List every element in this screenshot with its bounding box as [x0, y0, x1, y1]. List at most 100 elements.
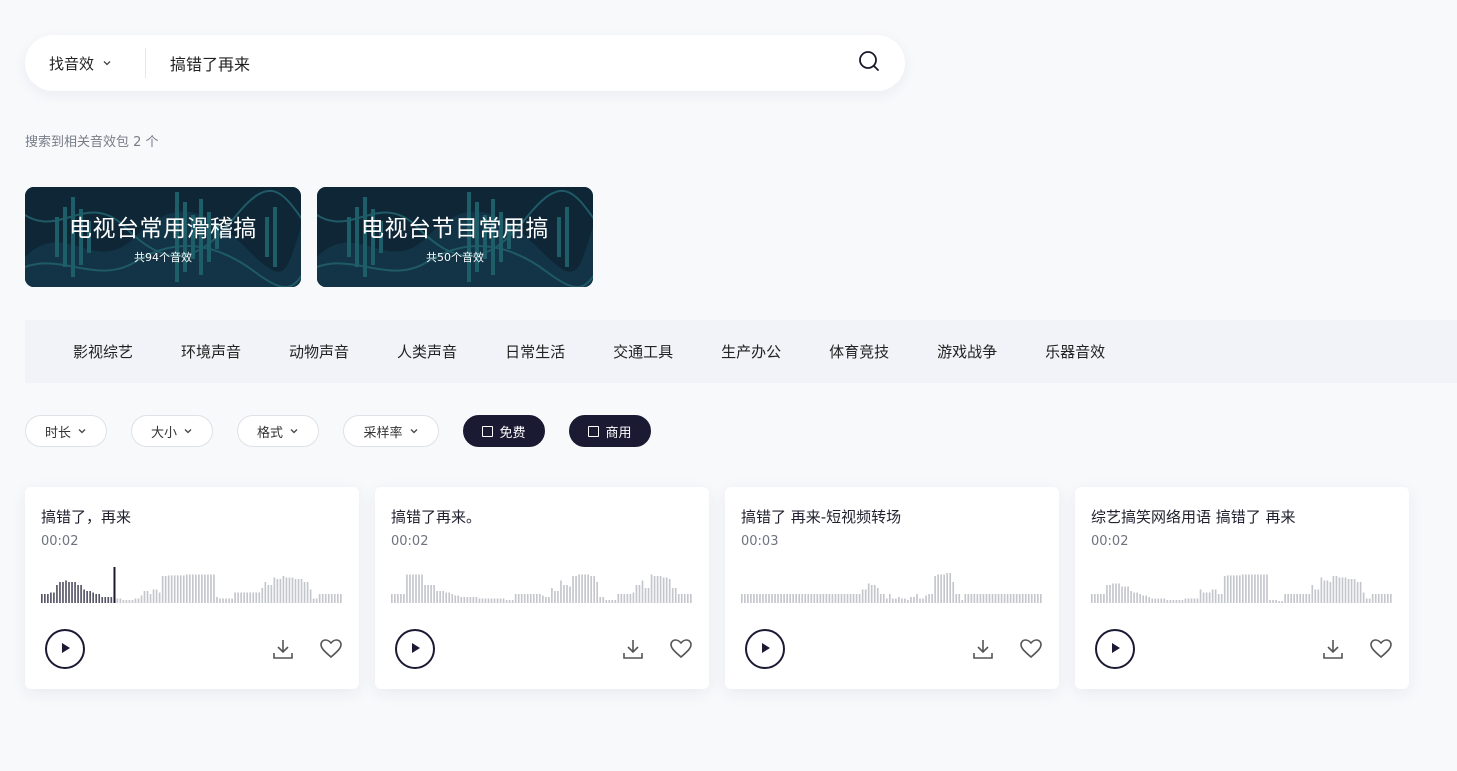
filter-free-toggle[interactable]: 免费 — [463, 415, 545, 447]
waveform-bar — [879, 594, 882, 603]
waveform-bar — [1006, 594, 1009, 603]
waveform-bar — [545, 597, 547, 603]
waveform-bar — [1217, 594, 1220, 603]
download-button[interactable] — [1321, 637, 1345, 665]
favorite-button[interactable] — [319, 637, 343, 665]
category-item-film-variety[interactable]: 影视综艺 — [73, 341, 133, 362]
sound-list: 搞错了，再来 00:02 搞错了再来。 00:02 搞错了 再来-短视频转场 0… — [25, 487, 1409, 689]
waveform-bar — [898, 597, 900, 603]
play-button[interactable] — [395, 629, 435, 669]
waveform-bar — [1380, 594, 1383, 603]
waveform-bar — [258, 592, 261, 603]
waveform-bar — [403, 594, 405, 603]
waveform-bar — [668, 579, 671, 603]
download-button[interactable] — [971, 637, 995, 665]
waveform-bar — [1202, 592, 1205, 603]
favorite-button[interactable] — [1369, 637, 1393, 665]
waveform-bar — [291, 577, 294, 603]
waveform-bar — [98, 594, 101, 603]
filter-commercial-toggle[interactable]: 商用 — [569, 415, 651, 447]
waveform-bar — [517, 594, 520, 603]
sound-card: 综艺搞笑网络用语 搞错了 再来 00:02 — [1075, 487, 1409, 689]
play-button[interactable] — [1095, 629, 1135, 669]
filter-label: 商用 — [605, 425, 632, 441]
waveform-bar — [581, 574, 583, 603]
playhead[interactable] — [113, 567, 116, 603]
category-item-environment[interactable]: 环境声音 — [181, 341, 241, 362]
waveform-bar — [756, 594, 758, 603]
waveform[interactable] — [391, 567, 693, 603]
filter-format[interactable]: 格式 — [237, 415, 319, 447]
waveform-bar — [647, 588, 650, 603]
waveform-bar — [1097, 594, 1099, 603]
waveform-bar — [876, 588, 879, 603]
category-item-animals[interactable]: 动物声音 — [289, 341, 349, 362]
waveform-bar — [822, 594, 825, 603]
download-button[interactable] — [621, 637, 645, 665]
waveform-bar — [1027, 594, 1030, 603]
waveform-bar — [952, 582, 955, 603]
category-item-daily-life[interactable]: 日常生活 — [505, 341, 565, 362]
search-category-label: 找音效 — [49, 54, 95, 73]
waveform-bar — [71, 582, 73, 603]
waveform-bar — [925, 595, 927, 603]
waveform-bar — [152, 589, 155, 603]
filter-label: 免费 — [499, 425, 526, 441]
waveform-bar — [412, 574, 414, 603]
filter-sample-rate[interactable]: 采样率 — [343, 415, 439, 447]
waveform[interactable] — [741, 567, 1043, 603]
waveform-bar — [849, 594, 852, 603]
waveform-bar — [979, 594, 982, 603]
waveform-bar — [282, 576, 285, 603]
waveform-bar — [104, 597, 107, 603]
favorite-button[interactable] — [669, 637, 693, 665]
waveform-bar — [1260, 574, 1262, 603]
download-button[interactable] — [271, 637, 295, 665]
waveform-bar — [1254, 574, 1256, 603]
waveform-bar — [813, 594, 816, 603]
filter-duration[interactable]: 时长 — [25, 415, 107, 447]
waveform-bar — [1169, 600, 1172, 603]
search-input[interactable] — [146, 35, 833, 91]
sound-duration: 00:02 — [1091, 534, 1129, 549]
favorite-button[interactable] — [1019, 637, 1043, 665]
filter-size[interactable]: 大小 — [131, 415, 213, 447]
waveform-bar — [478, 598, 481, 603]
waveform-bar — [514, 594, 517, 603]
category-item-human[interactable]: 人类声音 — [397, 341, 457, 362]
waveform-bar — [140, 595, 143, 603]
play-button[interactable] — [745, 629, 785, 669]
waveform-bar — [1039, 594, 1042, 603]
waveform[interactable] — [1091, 567, 1393, 603]
category-item-instruments[interactable]: 乐器音效 — [1045, 341, 1105, 362]
pack-card[interactable]: 电视台常用滑稽搞 共94个音效 — [25, 187, 301, 287]
category-item-games[interactable]: 游戏战争 — [937, 341, 997, 362]
waveform-bar — [505, 600, 508, 603]
waveform-bar — [659, 576, 662, 603]
waveform-bar — [1272, 600, 1274, 603]
chevron-down-icon — [409, 426, 419, 436]
play-button[interactable] — [45, 629, 85, 669]
waveform-bar — [448, 592, 451, 603]
waveform-bar — [288, 577, 291, 603]
pack-title: 电视台节目常用搞 — [361, 216, 549, 242]
waveform-bar — [626, 594, 629, 603]
download-icon — [621, 640, 645, 665]
waveform-bar — [297, 579, 300, 603]
category-item-transport[interactable]: 交通工具 — [613, 341, 673, 362]
waveform-bar — [484, 598, 487, 603]
waveform-bar — [928, 594, 930, 603]
search-category-select[interactable]: 找音效 — [25, 35, 145, 91]
pack-card[interactable]: 电视台节目常用搞 共50个音效 — [317, 187, 593, 287]
waveform-bar — [1154, 598, 1157, 603]
waveform-bar — [662, 577, 665, 603]
category-item-sports[interactable]: 体育竞技 — [829, 341, 889, 362]
search-button[interactable] — [833, 35, 905, 91]
waveform-bar — [593, 576, 595, 603]
waveform-bar — [529, 594, 532, 603]
category-item-office[interactable]: 生产办公 — [721, 341, 781, 362]
waveform-bar — [436, 591, 438, 603]
waveform[interactable] — [41, 567, 343, 603]
waveform-bar — [982, 594, 985, 603]
heart-icon — [319, 639, 343, 665]
